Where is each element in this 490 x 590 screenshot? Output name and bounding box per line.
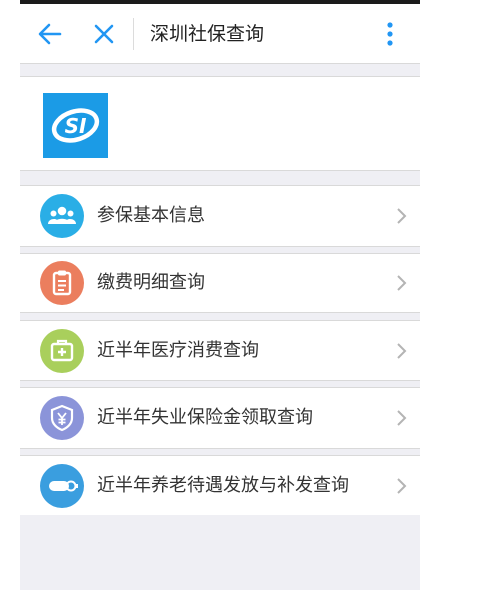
pension-card-icon [40,464,84,508]
si-logo-icon: SI [51,108,100,143]
empty-content-area [20,515,420,590]
more-vertical-icon [387,22,393,46]
menu-item-label: 近半年医疗消费查询 [97,340,259,361]
close-button[interactable] [90,20,118,48]
menu-item-payment-details[interactable]: 缴费明细查询 [20,254,420,312]
chevron-right-icon [397,478,407,494]
menu-item-label: 近半年养老待遇发放与补发查询 [97,475,349,496]
menu-item-basic-info[interactable]: 参保基本信息 [20,186,420,246]
divider-line [20,170,420,171]
page-title: 深圳社保查询 [150,23,265,45]
chevron-right-icon [397,410,407,426]
brand-header-card: SI [20,77,420,170]
divider-line [20,312,420,313]
phone-screen: 深圳社保查询 SI 参保基本信息 缴费明细查询 近半年医疗消费查询 近半年失业保… [20,0,420,590]
people-icon [40,194,84,238]
divider-line [20,448,420,449]
back-button[interactable] [36,20,64,48]
menu-item-label: 近半年失业保险金领取查询 [97,407,313,428]
chevron-right-icon [397,208,407,224]
menu-item-pension-payments[interactable]: 近半年养老待遇发放与补发查询 [20,456,420,515]
divider-line [20,380,420,381]
toolbar-divider [133,18,134,50]
top-navigation-bar: 深圳社保查询 [20,4,420,63]
clipboard-icon [40,261,84,305]
more-options-button[interactable] [380,19,400,49]
logo-text: SI [65,114,87,138]
divider-line [20,63,420,64]
divider-line [20,246,420,247]
chevron-right-icon [397,275,407,291]
menu-item-label: 缴费明细查询 [97,272,205,293]
social-insurance-logo: SI [43,93,108,158]
medical-kit-icon [40,329,84,373]
shield-yen-icon [40,396,84,440]
menu-item-unemployment-benefit[interactable]: 近半年失业保险金领取查询 [20,388,420,448]
menu-item-label: 参保基本信息 [97,205,205,226]
chevron-right-icon [397,343,407,359]
arrow-left-icon [38,23,62,45]
menu-item-medical-expenses[interactable]: 近半年医疗消费查询 [20,321,420,380]
close-icon [94,24,114,44]
